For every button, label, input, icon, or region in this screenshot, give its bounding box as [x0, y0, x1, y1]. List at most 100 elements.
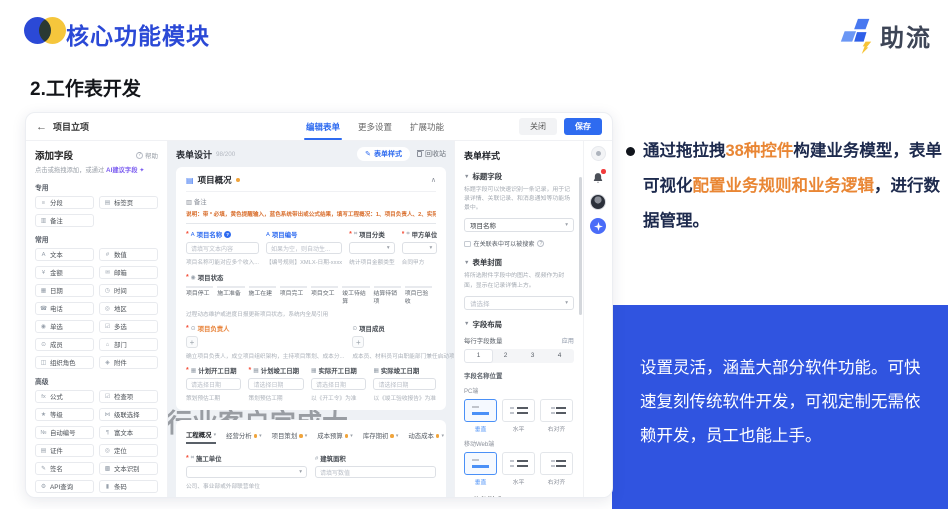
field-type-item[interactable]: ◉ 单选	[35, 320, 94, 333]
layout-option[interactable]: 右对齐	[540, 452, 573, 486]
layout-option[interactable]: 垂直	[464, 452, 497, 486]
field-input[interactable]: ▾	[349, 242, 395, 254]
field-type-item[interactable]: ✎ 签名	[35, 462, 94, 475]
field-type-item[interactable]: ¶ 富文本	[99, 426, 158, 439]
field-type-item[interactable]: ✉ 邮箱	[99, 266, 158, 279]
field-type-item[interactable]: ☑ 多选	[99, 320, 158, 333]
form-subtab[interactable]: 经营分析 ▾	[226, 430, 262, 444]
member-field: * ⊙ 项目成员 + 成本员、材料员可由职能部门兼任启动项目策划。	[352, 324, 454, 360]
dock-strip	[583, 141, 612, 497]
count-option[interactable]: 1	[465, 350, 492, 362]
layout-option[interactable]: 右对齐	[540, 399, 573, 433]
brand-logo: 助流	[838, 16, 932, 54]
layout-option[interactable]: 垂直	[464, 399, 497, 433]
status-option[interactable]: 项目停工	[186, 286, 213, 306]
back-arrow-icon[interactable]: ←	[36, 121, 47, 133]
close-button[interactable]: 关闭	[519, 118, 557, 135]
layout-option[interactable]: 水平	[502, 399, 535, 433]
palette-section-title: 高级	[35, 376, 158, 386]
field-type-item[interactable]: ▥ 备注	[35, 214, 94, 227]
recycle-bin-button[interactable]: 回收站	[417, 149, 446, 159]
collapse-icon[interactable]: ∧	[431, 176, 436, 184]
field-type-item[interactable]: ⚙ API查询	[35, 480, 94, 493]
notification-bell-icon[interactable]	[590, 169, 607, 186]
field-icon: A	[191, 232, 195, 238]
field-type-item[interactable]: # 数值	[99, 248, 158, 261]
status-option[interactable]: 施工在建	[249, 286, 276, 306]
divider	[186, 223, 436, 224]
form-subtab[interactable]: 成本预算 ▾	[317, 430, 353, 444]
field-type-item[interactable]: ★ 等级	[35, 408, 94, 421]
form-subtab[interactable]: 项目策划 ▾	[272, 430, 308, 444]
field-input[interactable]: 请填写文本内容 ▾	[186, 242, 259, 254]
field-input[interactable]: ▾	[402, 242, 438, 254]
field-input[interactable]: ▾	[186, 466, 307, 478]
field-type-item[interactable]: fx 公式	[35, 390, 94, 403]
chevron-down-icon: ▾	[305, 433, 308, 439]
add-member-button[interactable]: +	[186, 336, 198, 348]
scrollbar-thumb[interactable]	[579, 177, 582, 315]
user-circle-icon[interactable]	[591, 146, 606, 161]
cover-select[interactable]: 请选择▾	[464, 296, 574, 310]
avatar[interactable]	[590, 194, 606, 210]
ai-suggest-link[interactable]: AI建议字段	[106, 167, 138, 174]
form-subtab[interactable]: 动态成本 ▾	[408, 430, 444, 444]
chevron-down-icon[interactable]: ▼	[464, 174, 469, 180]
field-type-item[interactable]: ◷ 时间	[99, 284, 158, 297]
field-type-item[interactable]: ☎ 电话	[35, 302, 94, 315]
field-type-item[interactable]: ◈ 附件	[99, 356, 158, 369]
titlebar-tab[interactable]: 更多设置	[358, 113, 392, 140]
field-type-item[interactable]: ≡ 分段	[35, 196, 94, 209]
form-subtab[interactable]: 库存期初 ▾	[363, 430, 399, 444]
field-type-item[interactable]: ⊙ 成员	[35, 338, 94, 351]
date-input[interactable]: 请选择日期	[373, 378, 436, 390]
chevron-down-icon[interactable]: ▼	[464, 321, 469, 327]
chevron-down-icon[interactable]: ▼	[464, 260, 469, 266]
searchable-checkbox[interactable]: 在关联表中可以被搜索?	[464, 239, 574, 248]
field-type-item[interactable]: ▦ 日期	[35, 284, 94, 297]
status-option[interactable]: 施工准备	[217, 286, 244, 306]
field-type-item[interactable]: ◫ 组织角色	[35, 356, 94, 369]
date-input[interactable]: 请选择日期	[248, 378, 303, 390]
field-type-item[interactable]: ⋈ 级联选择	[99, 408, 158, 421]
date-input[interactable]: 请选择日期	[186, 378, 241, 390]
add-member-button[interactable]: +	[352, 336, 364, 348]
field-input[interactable]: 请填写数值 ▾	[315, 466, 436, 478]
brand-bolt-icon	[838, 16, 876, 54]
field-type-item[interactable]: ◎ 地区	[99, 302, 158, 315]
status-option[interactable]: 项目完工	[280, 286, 307, 306]
count-option[interactable]: 3	[519, 350, 546, 362]
field-input[interactable]: 如果为空，则自动生... ▾	[266, 242, 342, 254]
field-type-item[interactable]: ☑ 检查项	[99, 390, 158, 403]
title-field-select[interactable]: 项目名称▾	[464, 218, 574, 232]
save-button[interactable]: 保存	[564, 118, 602, 135]
field-type-item[interactable]: ◎ 定位	[99, 444, 158, 457]
form-style-button[interactable]: ✎表单样式	[357, 147, 410, 161]
status-option[interactable]: 结算待销项	[374, 286, 401, 306]
date-input[interactable]: 请选择日期	[311, 378, 366, 390]
field-type-item[interactable]: ▮ 条码	[99, 480, 158, 493]
field-type-item[interactable]: ▩ 文本识别	[99, 462, 158, 475]
form-subtab[interactable]: 工程概况 ▾	[186, 430, 216, 444]
titlebar-tab[interactable]: 扩展功能	[410, 113, 444, 140]
footer-field-label: ⌗建设单位	[186, 496, 217, 497]
field-type-item[interactable]: A 文本	[35, 248, 94, 261]
field-type-item[interactable]: № 自动编号	[35, 426, 94, 439]
layout-option[interactable]: 水平	[502, 452, 535, 486]
field-type-item[interactable]: ▤ 证件	[35, 444, 94, 457]
chevron-down-icon: ▾	[387, 245, 390, 251]
titlebar-tab[interactable]: 编辑表单	[306, 113, 340, 140]
count-option[interactable]: 4	[546, 350, 573, 362]
field-type-item[interactable]: ¥ 金额	[35, 266, 94, 279]
ai-assistant-icon[interactable]	[590, 218, 606, 234]
status-option[interactable]: 项目交工	[311, 286, 338, 306]
field-type-item[interactable]: ▤ 标签页	[99, 196, 158, 209]
status-option[interactable]: 项目已验收	[405, 286, 432, 306]
status-option[interactable]: 竣工待结算	[342, 286, 369, 306]
help-link[interactable]: ?帮助	[136, 150, 158, 160]
field-type-item[interactable]: ⌂ 部门	[99, 338, 158, 351]
apply-link[interactable]: 应用	[562, 336, 574, 345]
calendar-icon: ▦	[373, 368, 378, 374]
form-field: * # 建筑面积 请填写数值 ▾	[315, 454, 436, 490]
count-option[interactable]: 2	[492, 350, 519, 362]
